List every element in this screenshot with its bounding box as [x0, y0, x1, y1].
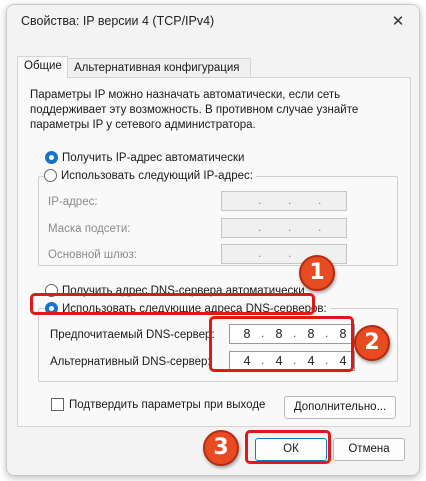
step-2-badge: 2	[354, 325, 390, 361]
ip-manual-radio[interactable]	[44, 169, 57, 182]
properties-dialog: Свойства: IP версии 4 (TCP/IPv4) ✕ Общие…	[6, 4, 420, 476]
preferred-dns-field[interactable]: 8 . 8 . 8 . 8	[229, 324, 355, 344]
step-1-badge: 1	[299, 255, 335, 291]
dns-manual-option[interactable]: Использовать следующие адреса DNS-сервер…	[45, 302, 330, 315]
alternate-dns-label: Альтернативный DNS-сервер:	[50, 356, 211, 368]
title-bar: Свойства: IP версии 4 (TCP/IPv4) ✕	[7, 5, 419, 39]
advanced-button[interactable]: Дополнительно...	[284, 396, 396, 419]
ip-manual-option[interactable]: Использовать следующий IP-адрес:	[44, 169, 256, 182]
dns-auto-option[interactable]: Получить адрес DNS-сервера автоматически	[45, 284, 305, 297]
preferred-dns-label: Предпочитаемый DNS-сервер:	[50, 329, 215, 341]
dns-auto-label: Получить адрес DNS-сервера автоматически	[62, 284, 305, 297]
close-icon[interactable]: ✕	[389, 13, 407, 31]
tab-alternate-config[interactable]: Альтернативная конфигурация	[68, 58, 251, 77]
window-title: Свойства: IP версии 4 (TCP/IPv4)	[21, 14, 215, 28]
dns-manual-label: Использовать следующие адреса DNS-сервер…	[62, 302, 327, 315]
validate-checkbox[interactable]	[51, 398, 64, 411]
validate-option[interactable]: Подтвердить параметры при выходе	[51, 398, 265, 411]
cancel-button[interactable]: Отмена	[333, 438, 405, 461]
subnet-mask-field: ...	[221, 218, 347, 238]
general-panel: Параметры IP можно назначать автоматичес…	[17, 77, 411, 427]
ok-button[interactable]: ОК	[255, 438, 327, 461]
description-text: Параметры IP можно назначать автоматичес…	[30, 89, 359, 131]
dns-auto-radio[interactable]	[45, 284, 58, 297]
ip-address-field: ...	[221, 191, 347, 211]
dns-manual-radio[interactable]	[45, 302, 58, 315]
step-3-badge: 3	[203, 430, 239, 466]
tab-general[interactable]: Общие	[17, 56, 68, 78]
ip-auto-radio[interactable]	[45, 151, 58, 164]
ip-auto-label: Получить IP-адрес автоматически	[62, 151, 245, 164]
alternate-dns-field[interactable]: 4 . 4 . 4 . 4	[229, 351, 355, 371]
validate-label: Подтвердить параметры при выходе	[69, 398, 266, 411]
ip-manual-label: Использовать следующий IP-адрес:	[61, 169, 253, 182]
default-gateway-label: Основной шлюз:	[48, 249, 137, 261]
ip-address-label: IP-адрес:	[48, 196, 98, 208]
subnet-mask-label: Маска подсети:	[48, 223, 131, 235]
ip-auto-option[interactable]: Получить IP-адрес автоматически	[45, 151, 244, 164]
